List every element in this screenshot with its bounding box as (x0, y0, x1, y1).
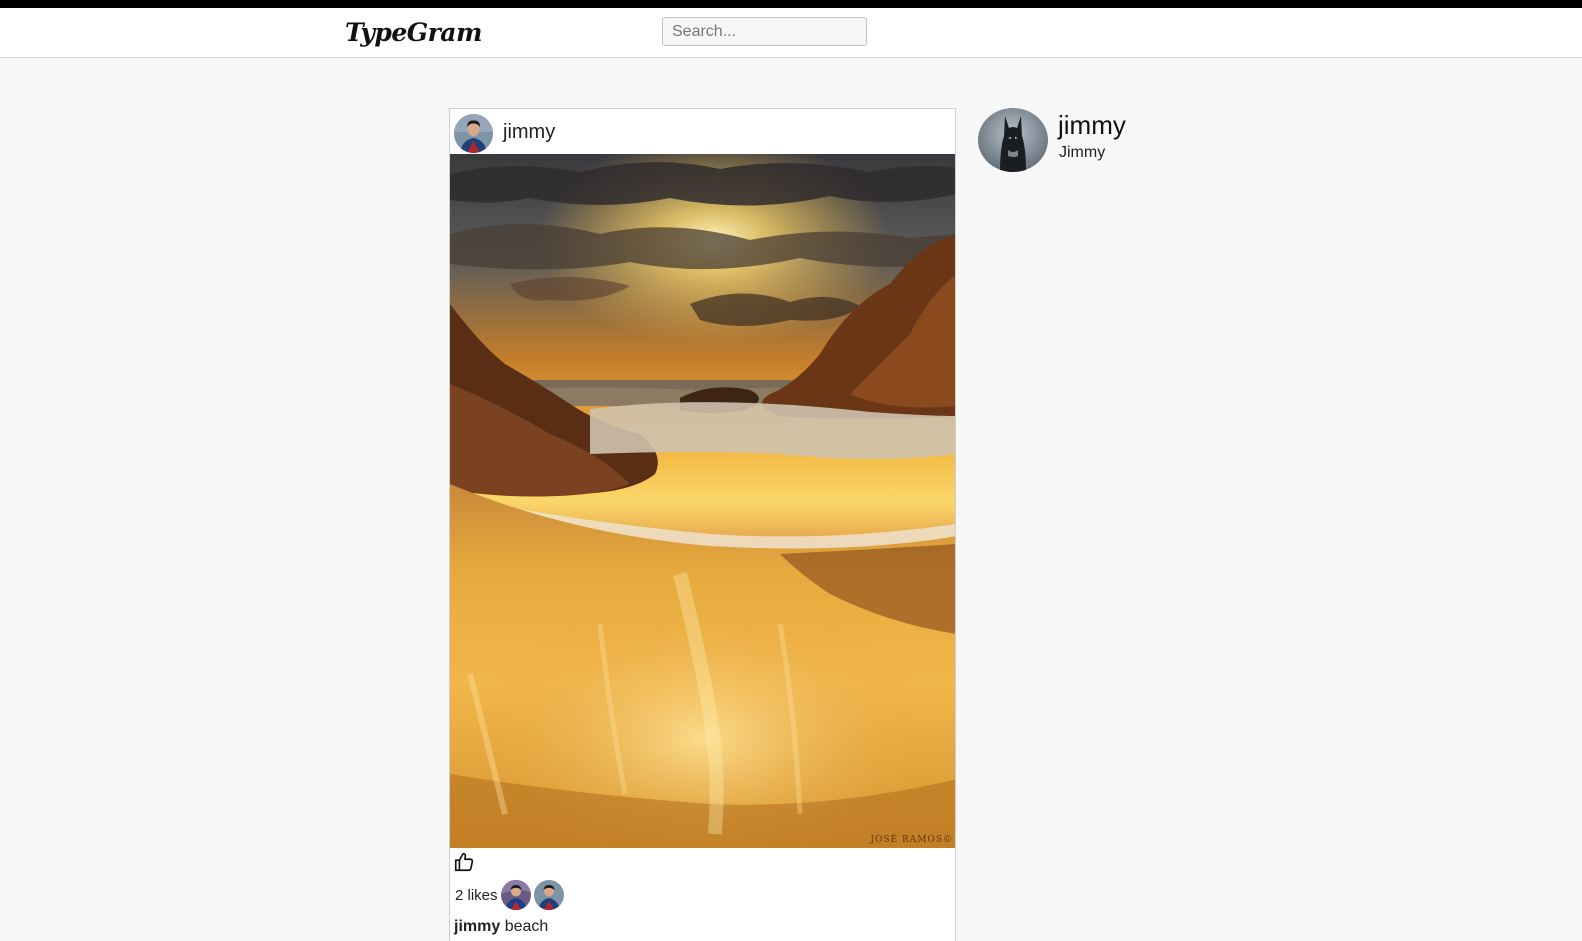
app-logo[interactable]: TypeGram (345, 18, 482, 47)
photo-watermark: JOSÉ RAMOS© (870, 835, 953, 845)
profile-summary: jimmy Jimmy (978, 108, 1228, 174)
window-top-bar (0, 0, 1582, 8)
thumbs-up-icon (454, 852, 474, 872)
post-header: jimmy (450, 109, 955, 154)
likes-row: 2 likes (455, 880, 567, 910)
caption-username[interactable]: jimmy (454, 918, 500, 935)
profile-username[interactable]: jimmy (1058, 110, 1126, 141)
post-caption: jimmy beach (454, 918, 548, 936)
caption-text: beach (504, 918, 549, 935)
liker-avatar[interactable] (500, 880, 531, 910)
liker-avatar[interactable] (533, 880, 564, 910)
like-button[interactable] (453, 851, 475, 873)
profile-full-name: Jimmy (1059, 144, 1106, 161)
app-header: TypeGram (0, 8, 1582, 58)
profile-avatar[interactable] (978, 108, 1048, 172)
post-author-username[interactable]: jimmy (503, 121, 555, 144)
post-card: jimmy JOSÉ RAMOS© 2 likes jimmy beach (449, 108, 956, 941)
likes-count[interactable]: 2 likes (455, 887, 498, 904)
post-author-avatar[interactable] (454, 114, 493, 153)
post-image: JOSÉ RAMOS© (450, 154, 955, 848)
search-input[interactable] (662, 17, 867, 46)
